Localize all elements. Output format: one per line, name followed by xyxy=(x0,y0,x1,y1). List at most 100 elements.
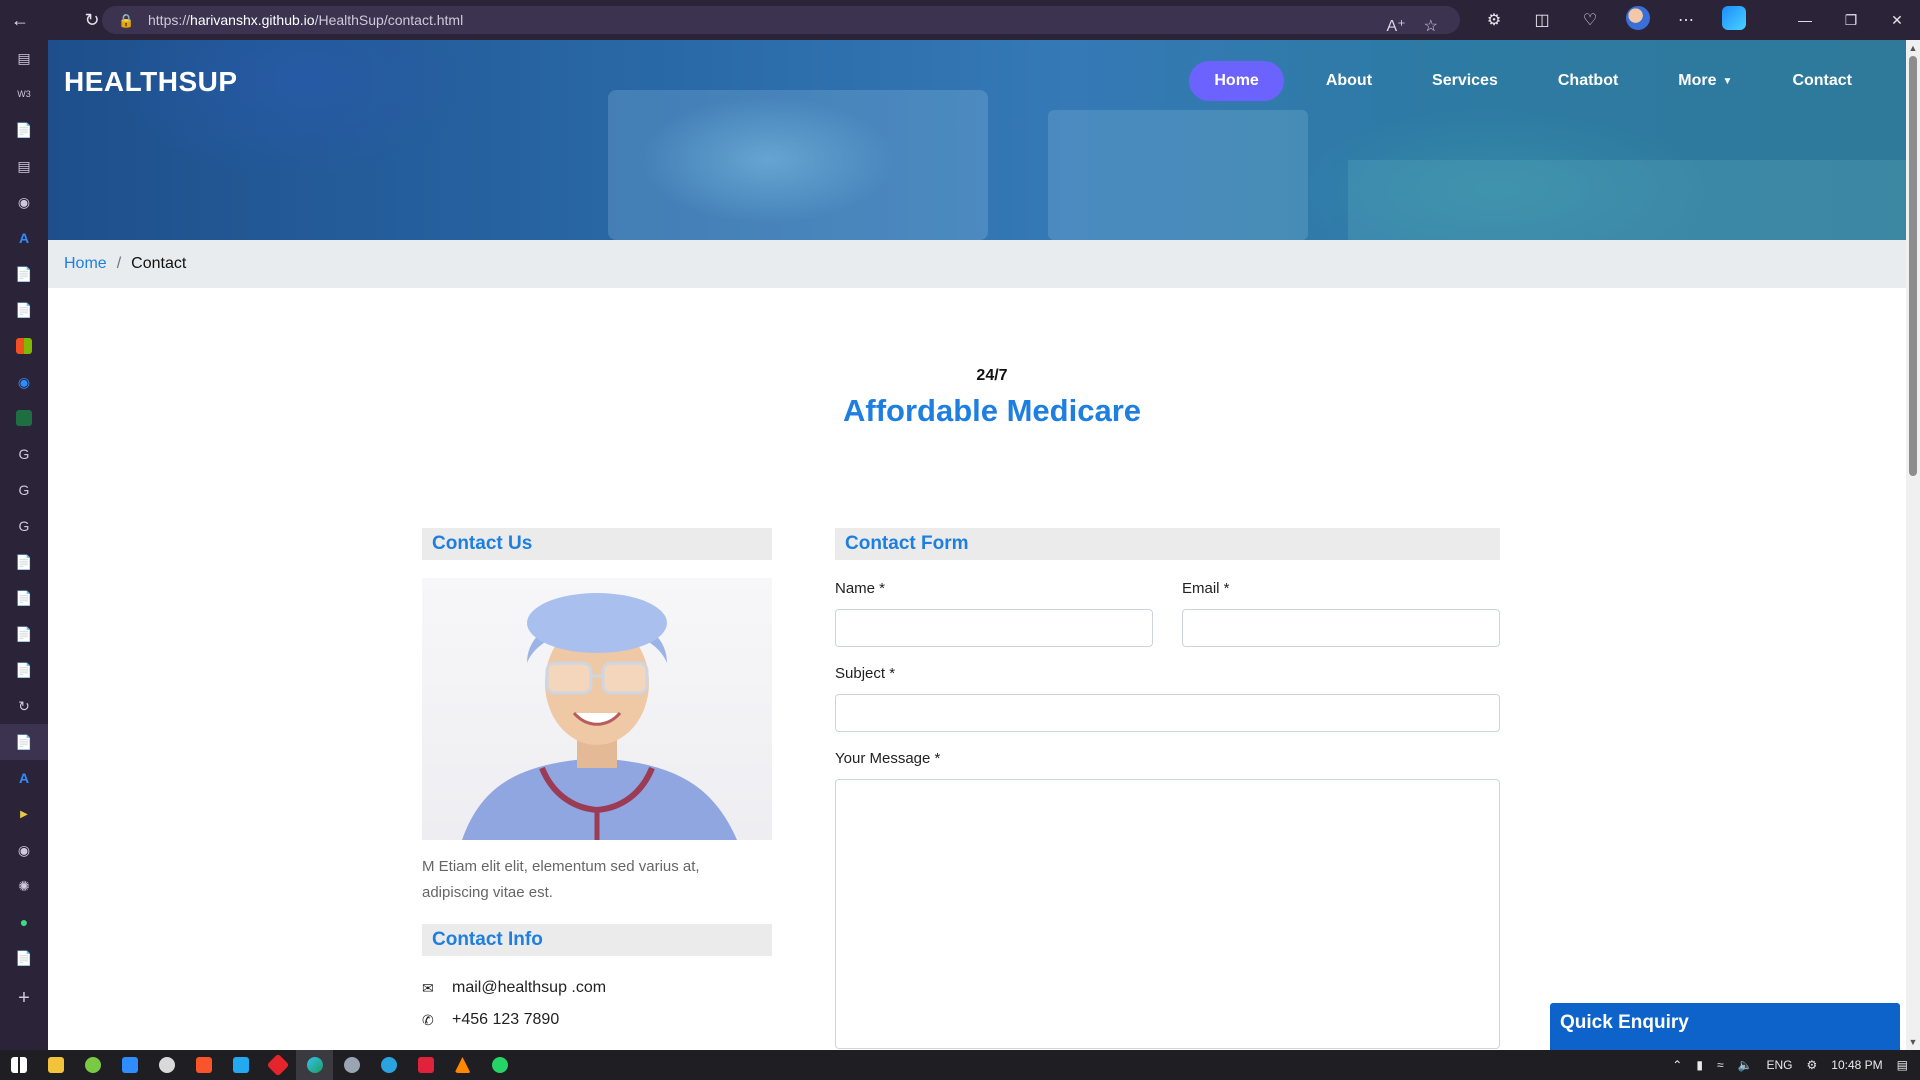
phone-icon: ✆ xyxy=(422,1011,434,1028)
favorites-icon[interactable]: ♡ xyxy=(1566,10,1614,30)
app-icon[interactable] xyxy=(74,1050,111,1080)
split-screen-icon[interactable]: ◫ xyxy=(1518,10,1566,30)
nav-more-dropdown[interactable]: More ▼ xyxy=(1648,61,1762,101)
language-indicator[interactable]: ENG xyxy=(1767,1058,1793,1072)
tab-microsoft-icon[interactable] xyxy=(0,328,48,364)
app-icon[interactable] xyxy=(148,1050,185,1080)
telegram-icon[interactable] xyxy=(370,1050,407,1080)
tab-play-icon[interactable]: ▶ xyxy=(0,796,48,832)
email-label: Email * xyxy=(1182,580,1230,597)
lock-icon: 🔒 xyxy=(118,13,135,28)
scroll-down-icon[interactable]: ▼ xyxy=(1908,1037,1918,1047)
tab-github-icon[interactable]: ◉ xyxy=(0,184,48,220)
todo-icon[interactable] xyxy=(111,1050,148,1080)
name-label: Name * xyxy=(835,580,886,597)
chevron-up-icon[interactable]: ⌃ xyxy=(1672,1058,1682,1072)
file-explorer-icon[interactable] xyxy=(37,1050,74,1080)
page-scrollbar[interactable]: ▲ ▼ xyxy=(1906,40,1920,1050)
nav-services[interactable]: Services xyxy=(1402,61,1528,101)
settings-gear-icon[interactable]: ⚙ xyxy=(1807,1058,1818,1072)
new-tab-icon[interactable]: + xyxy=(0,980,48,1016)
volume-icon[interactable]: 🔈 xyxy=(1738,1058,1753,1072)
close-icon[interactable]: ✕ xyxy=(1874,0,1920,40)
breadcrumb-separator: / xyxy=(116,255,122,272)
windows-start-icon[interactable] xyxy=(0,1050,37,1080)
tab-active-page-icon[interactable]: 📄 xyxy=(0,724,48,760)
scroll-thumb[interactable] xyxy=(1909,56,1917,476)
breadcrumb-current: Contact xyxy=(131,255,187,272)
message-textarea[interactable] xyxy=(835,779,1500,1049)
vlc-icon[interactable] xyxy=(444,1050,481,1080)
vscode-icon[interactable] xyxy=(222,1050,259,1080)
tab-page-icon[interactable]: 📄 xyxy=(0,112,48,148)
tab-azure-icon[interactable]: A xyxy=(0,760,48,796)
notifications-icon[interactable]: ▤ xyxy=(1897,1058,1908,1072)
tab-google-icon[interactable]: G xyxy=(0,472,48,508)
contact-email-row: ✉ mail@healthsup .com xyxy=(422,972,772,1004)
tab-sheet-icon[interactable] xyxy=(0,400,48,436)
main-nav: Home About Services Chatbot More ▼ Contac… xyxy=(1189,61,1882,101)
tab-page-icon[interactable]: 📄 xyxy=(0,940,48,976)
contact-form-heading: Contact Form xyxy=(835,528,1500,560)
profile-avatar[interactable] xyxy=(1614,5,1662,35)
caret-down-icon: ▼ xyxy=(1722,76,1733,87)
contact-phone-row: ✆ +456 123 7890 xyxy=(422,1004,772,1036)
battery-icon[interactable]: ▮ xyxy=(1696,1058,1703,1072)
nav-home[interactable]: Home xyxy=(1189,61,1284,101)
nav-chatbot[interactable]: Chatbot xyxy=(1528,61,1648,101)
wifi-icon[interactable]: ≈ xyxy=(1717,1058,1724,1072)
tab-page-icon[interactable]: ▤ xyxy=(0,148,48,184)
clock[interactable]: 10:48 PM xyxy=(1831,1058,1882,1072)
app-icon[interactable] xyxy=(407,1050,444,1080)
tab-globe-icon[interactable]: ◉ xyxy=(0,364,48,400)
tab-google-icon[interactable]: G xyxy=(0,436,48,472)
email-input[interactable] xyxy=(1182,609,1500,647)
app-icon[interactable] xyxy=(259,1050,296,1080)
quick-enquiry-button[interactable]: Quick Enquiry xyxy=(1550,1003,1900,1050)
copilot-icon[interactable] xyxy=(1710,5,1758,35)
nav-contact[interactable]: Contact xyxy=(1762,61,1882,101)
minimize-icon[interactable]: — xyxy=(1782,0,1828,40)
name-field-group: Name * xyxy=(835,580,1153,647)
settings-icon[interactable] xyxy=(333,1050,370,1080)
edge-icon[interactable] xyxy=(296,1050,333,1080)
contact-phone[interactable]: +456 123 7890 xyxy=(452,1011,559,1029)
restore-icon[interactable]: ❐ xyxy=(1828,0,1874,40)
contact-email[interactable]: mail@healthsup .com xyxy=(452,979,606,997)
whatsapp-icon[interactable] xyxy=(481,1050,518,1080)
tab-google-icon[interactable]: G xyxy=(0,508,48,544)
tab-actions-icon[interactable]: ▤ xyxy=(0,40,48,76)
tab-w3-icon[interactable]: W3 xyxy=(0,76,48,112)
tab-azure-icon[interactable]: A xyxy=(0,220,48,256)
os-taskbar: ⌃ ▮ ≈ 🔈 ENG ⚙ 10:48 PM ▤ xyxy=(0,1050,1920,1080)
back-icon[interactable]: ← xyxy=(0,0,40,40)
tab-openai-icon[interactable]: ✺ xyxy=(0,868,48,904)
name-input[interactable] xyxy=(835,609,1153,647)
nav-about[interactable]: About xyxy=(1296,61,1402,101)
brave-icon[interactable] xyxy=(185,1050,222,1080)
tab-loading-icon[interactable]: ↻ xyxy=(0,688,48,724)
favorite-star-icon[interactable]: ☆ xyxy=(1424,16,1438,36)
email-field-group: Email * xyxy=(1182,580,1500,647)
hero-decoration xyxy=(608,90,988,240)
tab-page-icon[interactable]: 📄 xyxy=(0,580,48,616)
read-aloud-icon[interactable]: A⁺ xyxy=(1387,16,1406,36)
tab-page-icon[interactable]: 📄 xyxy=(0,256,48,292)
browser-toolbar: ← ↻ 🔒 https://harivanshx.github.io/Healt… xyxy=(0,0,1920,40)
breadcrumb-home-link[interactable]: Home xyxy=(64,255,107,273)
more-options-icon[interactable]: ⋯ xyxy=(1662,10,1710,30)
extensions-icon[interactable]: ⚙ xyxy=(1470,10,1518,30)
tab-page-icon[interactable]: 📄 xyxy=(0,652,48,688)
hero-decoration xyxy=(1348,160,1906,240)
tab-page-icon[interactable]: 📄 xyxy=(0,544,48,580)
browser-sidebar: ▤ W3 📄 ▤ ◉ A 📄 📄 ◉ G G G 📄 📄 📄 📄 ↻ 📄 A ▶… xyxy=(0,40,48,1050)
tab-android-icon[interactable]: ● xyxy=(0,904,48,940)
site-logo[interactable]: HEALTHSUP xyxy=(64,66,238,98)
address-bar[interactable]: 🔒 https://harivanshx.github.io/HealthSup… xyxy=(102,6,1460,36)
subject-input[interactable] xyxy=(835,694,1500,732)
tab-page-icon[interactable]: 📄 xyxy=(0,292,48,328)
contact-us-column: Contact Us M Etiam elit elit, elementum … xyxy=(422,528,772,1036)
scroll-up-icon[interactable]: ▲ xyxy=(1908,43,1918,53)
tab-page-icon[interactable]: 📄 xyxy=(0,616,48,652)
tab-github-icon[interactable]: ◉ xyxy=(0,832,48,868)
